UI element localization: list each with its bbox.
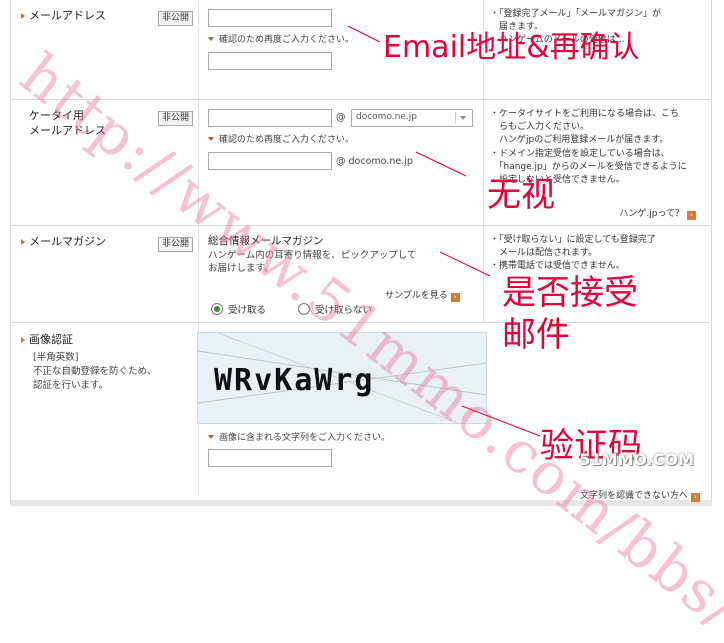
at-sign: @ <box>336 112 346 123</box>
sample-link[interactable]: サンプルを見る › <box>385 288 460 302</box>
captcha-sub-tag: [半角英数] <box>33 352 79 363</box>
magazine-label: メールマガジン <box>21 235 106 248</box>
email-label: メールアドレス <box>21 9 106 22</box>
captcha-text: WRvKaWrg <box>214 363 375 398</box>
sample-link-label: サンプルを見る <box>385 291 448 301</box>
mobile-confirm-hint: 確認のため再度ご入力ください。 <box>208 132 354 145</box>
mobile-confirm-input[interactable] <box>208 152 332 170</box>
mobile-note-4: ・ドメイン指定受信を設定している場合は、 <box>490 149 670 159</box>
mobile-domain-select[interactable]: docomo.ne.jp <box>351 109 473 127</box>
mobile-note-2: らもご入力ください。 <box>490 122 590 132</box>
annotation-magazine-2: 邮件 <box>502 315 570 355</box>
magazine-label-cell: メールマガジン 非公開 <box>11 226 199 322</box>
arrow-right-icon: › <box>687 211 696 220</box>
captcha-label-cell: 画像認証 [半角英数] 不正な自動登録を防ぐため、 認証を行います。 <box>11 323 199 494</box>
site-logo: 51MMO.COM <box>579 450 694 469</box>
email-confirm-input[interactable] <box>208 52 332 70</box>
mobile-confirm-domain: @ docomo.ne.jp <box>336 156 413 167</box>
captcha-input-hint: 画像に含まれる文字列をご入力ください。 <box>208 430 390 443</box>
annotation-mobile: 无视 <box>487 175 555 215</box>
mobile-domain-value: docomo.ne.jp <box>356 112 417 122</box>
private-badge: 非公開 <box>158 111 193 126</box>
mobile-note-1: ・ケータイサイトをご利用になる場合は、こち <box>490 109 680 119</box>
email-input[interactable] <box>208 9 332 27</box>
email-note-1: ・「登録完了メール」「メールマガジン」が <box>490 9 662 19</box>
magazine-note-2: メールは配信されます。 <box>490 248 598 258</box>
private-badge: 非公開 <box>158 237 193 252</box>
magazine-note-1: ・「受け取らない」に設定しても登録完了 <box>490 235 656 245</box>
hange-jp-link[interactable]: ハンゲ.jpって？ › <box>619 206 696 220</box>
hange-jp-link-label: ハンゲ.jpって？ <box>619 209 684 219</box>
captcha-desc-2: 認証を行います。 <box>33 380 109 391</box>
arrow-right-icon: › <box>450 293 460 302</box>
annotation-email: Email地址&再确认 <box>383 30 640 65</box>
mobile-local-input[interactable] <box>208 109 332 127</box>
mobile-note-3: ハンゲjpのご利用登録メールが届きます。 <box>490 135 669 145</box>
private-badge: 非公開 <box>158 11 193 26</box>
chevron-down-icon <box>455 112 470 124</box>
captcha-input[interactable] <box>208 449 332 467</box>
arrow-right-icon: › <box>691 493 700 502</box>
receive-radio[interactable] <box>211 303 223 315</box>
email-confirm-hint: 確認のため再度ご入力ください。 <box>208 32 354 45</box>
captcha-desc-1: 不正な自動登録を防ぐため、 <box>33 366 157 377</box>
captcha-label: 画像認証 <box>21 333 73 346</box>
receive-radio-label[interactable]: 受け取る <box>228 302 266 316</box>
